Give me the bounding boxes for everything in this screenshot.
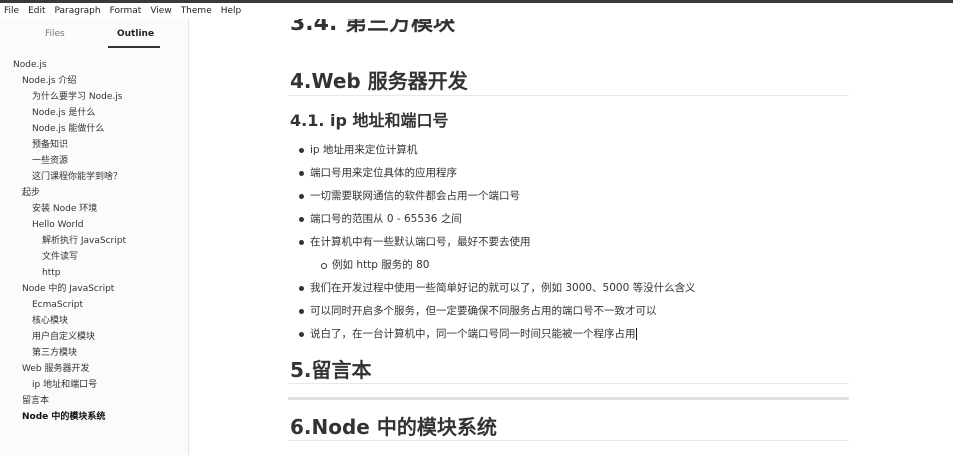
list-item: 一切需要联网通信的软件都会占用一个端口号: [299, 190, 520, 202]
outline-item[interactable]: Web 服务器开发: [22, 363, 89, 375]
heading-ip-port: 4.1. ip 地址和端口号: [290, 111, 449, 130]
sub-list-item: 例如 http 服务的 80: [320, 259, 430, 271]
outline-item[interactable]: Node.js: [13, 59, 47, 71]
outline-item[interactable]: http: [42, 267, 60, 279]
outline-item[interactable]: 文件读写: [42, 251, 78, 263]
list-item: 端口号用来定位具体的应用程序: [299, 167, 457, 179]
horizontal-rule: [288, 397, 849, 400]
menu-file[interactable]: File: [4, 3, 19, 19]
outline-item[interactable]: 用户自定义模块: [32, 331, 95, 343]
sidebar: Files Outline Node.js Node.js 介绍 为什么要学习 …: [0, 19, 189, 455]
tab-files[interactable]: Files: [45, 29, 65, 39]
menu-theme[interactable]: Theme: [181, 3, 212, 19]
outline-item[interactable]: 为什么要学习 Node.js: [32, 91, 122, 103]
outline-item[interactable]: 预备知识: [32, 139, 68, 151]
outline-item[interactable]: Node 中的 JavaScript: [22, 283, 114, 295]
tab-outline[interactable]: Outline: [117, 29, 154, 39]
outline-item[interactable]: ip 地址和端口号: [32, 379, 97, 391]
outline-item[interactable]: 核心模块: [32, 315, 68, 327]
outline-item[interactable]: 起步: [22, 187, 40, 199]
heading-module-system: 6.Node 中的模块系统: [290, 415, 497, 439]
list-item: 端口号的范围从 0 - 65536 之间: [299, 213, 462, 225]
menu-view[interactable]: View: [150, 3, 171, 19]
outline-item[interactable]: Node.js 是什么: [32, 107, 95, 119]
editor-pane[interactable]: 3.4. 第三方模块 4.Web 服务器开发 4.1. ip 地址和端口号 ip…: [190, 19, 953, 455]
outline-item[interactable]: 安装 Node 环境: [32, 203, 97, 215]
menu-bar: File Edit Paragraph Format View Theme He…: [0, 3, 953, 19]
outline-item[interactable]: 解析执行 JavaScript: [42, 235, 126, 247]
list-item: 在计算机中有一些默认端口号，最好不要去使用: [299, 236, 531, 248]
outline-item[interactable]: 这门课程你能学到啥？: [32, 171, 122, 183]
list-item: 可以同时开启多个服务，但一定要确保不同服务占用的端口号不一致才可以: [299, 305, 657, 317]
heading-guestbook: 5.留言本: [290, 358, 372, 382]
heading-divider: [288, 440, 849, 441]
heading-web-server: 4.Web 服务器开发: [290, 69, 468, 93]
heading-divider: [288, 383, 849, 384]
outline-item[interactable]: 留言本: [22, 395, 49, 407]
outline-item-active[interactable]: Node 中的模块系统: [22, 411, 105, 423]
list-item: ip 地址用来定位计算机: [298, 144, 418, 156]
text-cursor: [635, 328, 637, 340]
menu-help[interactable]: Help: [221, 3, 242, 19]
list-item: 我们在开发过程中使用一些简单好记的就可以了，例如 3000、5000 等没什么含…: [299, 282, 696, 294]
menu-format[interactable]: Format: [110, 3, 142, 19]
list-item-text: 说白了，在一台计算机中，同一个端口号同一时间只能被一个程序占用: [310, 328, 636, 340]
heading-divider: [288, 95, 849, 96]
outline-item[interactable]: Node.js 介绍: [22, 75, 76, 87]
heading-cut-off: 3.4. 第三方模块: [290, 19, 455, 36]
active-tab-indicator: [108, 46, 160, 48]
menu-paragraph[interactable]: Paragraph: [55, 3, 101, 19]
list-item-with-caret: 说白了，在一台计算机中，同一个端口号同一时间只能被一个程序占用: [299, 327, 637, 341]
menu-edit[interactable]: Edit: [28, 3, 45, 19]
outline-item[interactable]: 第三方模块: [32, 347, 77, 359]
outline-item[interactable]: EcmaScript: [32, 299, 83, 311]
outline-item[interactable]: Node.js 能做什么: [32, 123, 104, 135]
sidebar-tabs: Files Outline: [0, 19, 188, 55]
outline-item[interactable]: Hello World: [32, 219, 83, 231]
outline-item[interactable]: 一些资源: [32, 155, 68, 167]
